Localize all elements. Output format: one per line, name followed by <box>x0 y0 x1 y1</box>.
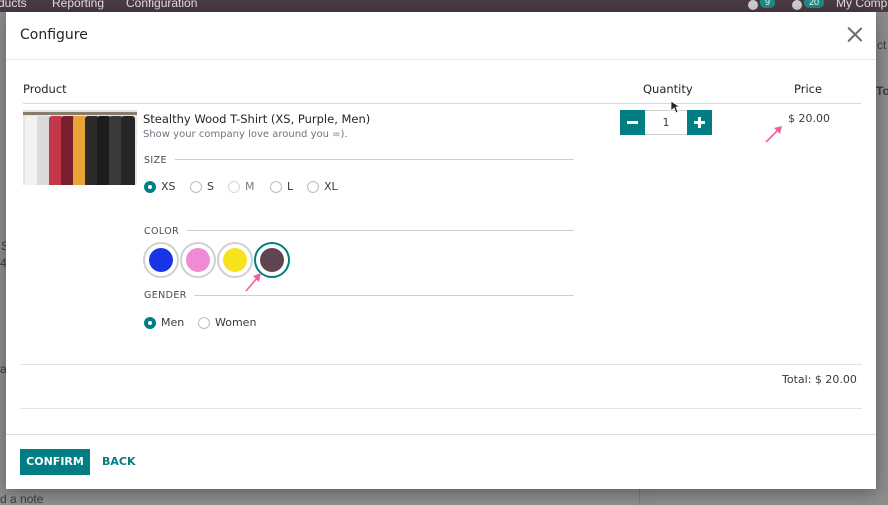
mouse-cursor-icon <box>670 100 680 114</box>
size-option-xl[interactable]: XL <box>307 180 338 193</box>
gender-option-label: Men <box>161 316 185 329</box>
color-divider <box>187 230 574 231</box>
quantity-decrease-button[interactable] <box>620 110 645 135</box>
radio-checked-icon <box>144 316 156 329</box>
size-option-label: XL <box>324 180 338 193</box>
messages-badge: 9 <box>760 0 776 8</box>
gender-option-label: Women <box>215 316 257 329</box>
size-option-label: XS <box>161 180 176 193</box>
size-option-label: M <box>245 180 255 193</box>
radio-checked-icon <box>144 180 156 193</box>
close-icon[interactable] <box>846 26 864 44</box>
configure-dialog: Configure Product Quantity Price Stealth… <box>6 12 876 489</box>
confirm-button[interactable]: CONFIRM <box>20 449 90 475</box>
product-name: Stealthy Wood T-Shirt (XS, Purple, Men) <box>143 112 371 126</box>
radio-unchecked-icon <box>307 180 319 193</box>
total-top-divider <box>20 364 862 365</box>
size-option-label: L <box>287 180 294 193</box>
total-amount: Total: $ 20.00 <box>782 373 857 386</box>
activity-icon <box>792 0 802 10</box>
dialog-title: Configure <box>20 27 88 43</box>
bg-menu-configuration: Configuration <box>126 0 198 10</box>
gender-option-men[interactable]: Men <box>144 316 184 329</box>
quantity-increase-button[interactable] <box>687 110 712 135</box>
bg-company-name: My Comp <box>836 0 888 10</box>
bg-menu-reporting: Reporting <box>52 0 105 10</box>
total-bottom-divider <box>20 408 862 409</box>
add-note-link[interactable]: d a note <box>0 492 43 505</box>
bg-menu-products: ducts <box>0 0 27 10</box>
gender-attribute-label: GENDER <box>144 290 187 301</box>
background-top-navbar: ducts Reporting Configuration 9 20 My Co… <box>0 0 888 12</box>
dialog-header: Configure <box>6 12 876 60</box>
size-option-xs[interactable]: XS <box>144 180 176 193</box>
product-image <box>23 110 137 185</box>
color-swatch-pink[interactable] <box>180 242 216 278</box>
footer-divider <box>6 434 876 435</box>
gender-option-women[interactable]: Women <box>198 316 256 329</box>
chat-icon <box>748 0 758 10</box>
table-header-divider <box>23 103 861 104</box>
swatch-fill <box>149 248 173 272</box>
size-option-m[interactable]: M <box>228 180 255 193</box>
gender-divider <box>194 295 574 296</box>
column-header-price: Price <box>794 82 823 96</box>
quantity-input[interactable] <box>645 110 687 135</box>
swatch-fill <box>186 248 210 272</box>
swatch-fill <box>260 248 284 272</box>
radio-unchecked-icon <box>228 180 240 193</box>
size-attribute-label: SIZE <box>144 155 167 166</box>
activities-badge: 20 <box>804 0 825 8</box>
column-header-quantity: Quantity <box>643 82 693 96</box>
color-swatch-blue[interactable] <box>143 242 179 278</box>
size-divider <box>175 159 574 160</box>
swatch-fill <box>223 248 247 272</box>
annotation-arrow-icon <box>765 126 782 143</box>
back-button[interactable]: BACK <box>102 449 136 475</box>
column-header-product: Product <box>23 82 67 96</box>
radio-unchecked-icon <box>270 180 282 193</box>
product-description: Show your company love around you =). <box>143 129 348 140</box>
size-option-l[interactable]: L <box>270 180 293 193</box>
size-option-s[interactable]: S <box>190 180 214 193</box>
bg-edge-text: Too <box>876 84 888 98</box>
bg-edge-text: ct <box>877 38 887 52</box>
product-price: $ 20.00 <box>788 112 830 125</box>
size-option-label: S <box>207 180 214 193</box>
annotation-arrow-icon <box>245 273 261 292</box>
color-attribute-label: COLOR <box>144 226 180 237</box>
radio-unchecked-icon <box>190 180 202 193</box>
radio-unchecked-icon <box>198 316 210 329</box>
